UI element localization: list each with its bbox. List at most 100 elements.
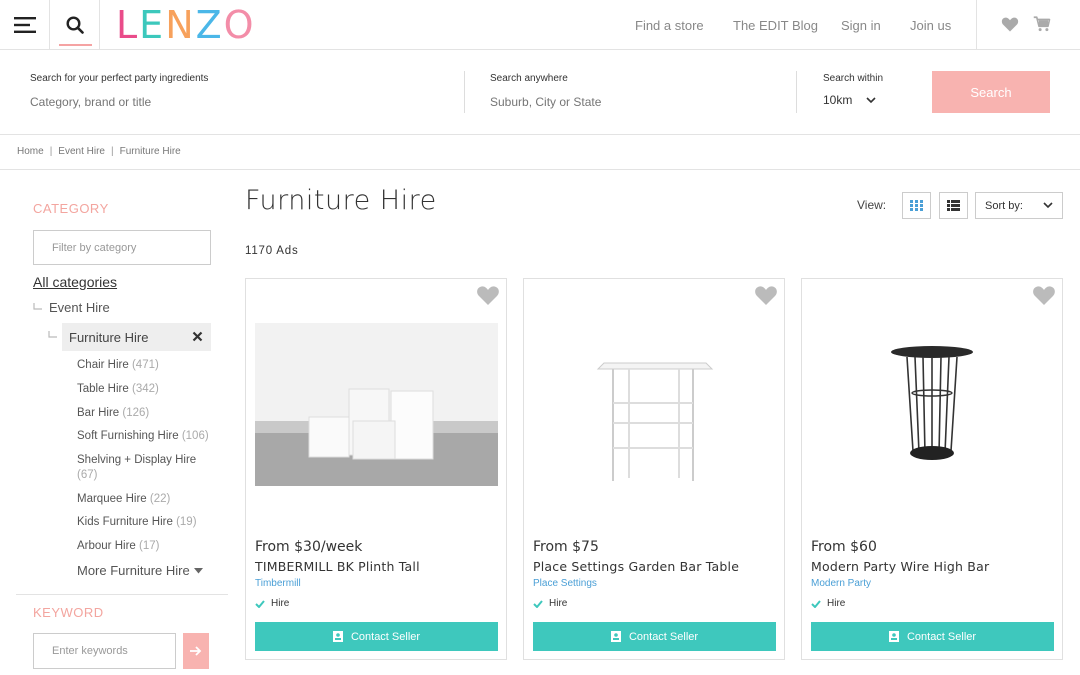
hire-tag: Hire bbox=[255, 598, 289, 609]
subcategory-item[interactable]: Soft Furnishing Hire (106) bbox=[77, 429, 212, 444]
sidebar-divider bbox=[16, 594, 228, 595]
subcategory-label: Kids Furniture Hire bbox=[77, 516, 173, 528]
all-categories-link[interactable]: All categories bbox=[33, 274, 117, 290]
logo-letter-o: O bbox=[223, 3, 256, 47]
list-view-button[interactable] bbox=[939, 192, 968, 219]
list-icon bbox=[947, 200, 960, 211]
heart-icon[interactable] bbox=[1032, 284, 1056, 306]
search-button[interactable]: Search bbox=[932, 71, 1050, 113]
hire-tag: Hire bbox=[811, 598, 845, 609]
check-icon bbox=[533, 599, 543, 608]
top-header: LENZO Find a store The EDIT Blog Sign in… bbox=[0, 0, 1080, 50]
logo-letter-e: E bbox=[139, 3, 166, 47]
close-icon[interactable] bbox=[192, 331, 203, 342]
breadcrumb-divider bbox=[0, 169, 1080, 170]
hire-label: Hire bbox=[827, 598, 846, 609]
product-image[interactable] bbox=[811, 323, 1054, 486]
subcategory-label: Shelving + Display Hire bbox=[77, 454, 197, 466]
seller-link[interactable]: Timbermill bbox=[255, 578, 301, 589]
contact-card-icon bbox=[610, 631, 621, 642]
parent-category-event-hire[interactable]: Event Hire bbox=[33, 300, 110, 315]
subcategory-count: (17) bbox=[139, 540, 160, 552]
subcategory-item[interactable]: Table Hire (342) bbox=[77, 382, 212, 397]
keyword-heading: KEYWORD bbox=[33, 605, 104, 620]
contact-seller-button[interactable]: Contact Seller bbox=[811, 622, 1054, 651]
subcategory-count: (67) bbox=[77, 469, 98, 481]
product-image[interactable] bbox=[255, 323, 498, 486]
subcategory-count: (471) bbox=[131, 359, 159, 371]
keyword-input[interactable]: Enter keywords bbox=[33, 633, 176, 669]
edit-blog-link[interactable]: The EDIT Blog bbox=[733, 18, 818, 33]
subcategory-count: (342) bbox=[131, 383, 159, 395]
ingredients-label: Search for your perfect party ingredient… bbox=[30, 73, 209, 84]
sign-in-link[interactable]: Sign in bbox=[841, 18, 881, 33]
contact-label: Contact Seller bbox=[906, 630, 977, 643]
location-label: Search anywhere bbox=[490, 73, 568, 84]
hire-tag: Hire bbox=[533, 598, 567, 609]
grid-icon bbox=[910, 200, 923, 211]
heart-icon[interactable] bbox=[1001, 15, 1019, 33]
keyword-submit-button[interactable] bbox=[183, 633, 209, 669]
ingredients-input[interactable] bbox=[30, 95, 430, 109]
contact-label: Contact Seller bbox=[628, 630, 699, 643]
product-card[interactable]: From $30/week TIMBERMILL BK Plinth Tall … bbox=[245, 278, 507, 660]
selected-category-chip: Furniture Hire bbox=[62, 323, 211, 351]
subcategory-item[interactable]: Shelving + Display Hire (67) bbox=[77, 453, 212, 483]
cart-icon[interactable] bbox=[1033, 15, 1051, 33]
subcategory-arrow-icon bbox=[48, 331, 57, 338]
hire-label: Hire bbox=[549, 598, 568, 609]
product-image[interactable] bbox=[533, 323, 776, 486]
subcategory-count: (106) bbox=[181, 430, 209, 442]
search-divider bbox=[796, 71, 797, 113]
breadcrumb-event-hire[interactable]: Event Hire bbox=[58, 146, 105, 157]
subcategory-item[interactable]: Bar Hire (126) bbox=[77, 406, 212, 421]
subcategory-count: (126) bbox=[122, 407, 150, 419]
seller-link[interactable]: Modern Party bbox=[811, 578, 871, 589]
logo-letter-l: L bbox=[116, 3, 140, 47]
chevron-down-icon bbox=[866, 96, 876, 103]
subcategory-item[interactable]: Arbour Hire (17) bbox=[77, 539, 212, 554]
contact-label: Contact Seller bbox=[350, 630, 421, 643]
contact-seller-button[interactable]: Contact Seller bbox=[533, 622, 776, 651]
product-card[interactable]: From $75 Place Settings Garden Bar Table… bbox=[523, 278, 785, 660]
subcategory-item[interactable]: Chair Hire (471) bbox=[77, 358, 212, 373]
product-title[interactable]: Place Settings Garden Bar Table bbox=[533, 559, 739, 574]
contact-seller-button[interactable]: Contact Seller bbox=[255, 622, 498, 651]
location-input[interactable] bbox=[490, 95, 770, 109]
header-search-button[interactable] bbox=[50, 0, 100, 50]
grid-view-button[interactable] bbox=[902, 192, 931, 219]
breadcrumb-furniture-hire: Furniture Hire bbox=[119, 146, 181, 157]
product-title[interactable]: Modern Party Wire High Bar bbox=[811, 559, 989, 574]
view-label: View: bbox=[857, 198, 887, 212]
distance-select[interactable]: 10km bbox=[823, 93, 876, 107]
subcategory-item[interactable]: Kids Furniture Hire (19) bbox=[77, 515, 212, 530]
site-logo[interactable]: LENZO bbox=[116, 3, 256, 47]
within-label: Search within bbox=[823, 73, 884, 84]
product-card[interactable]: From $60 Modern Party Wire High Bar Mode… bbox=[801, 278, 1063, 660]
heart-icon[interactable] bbox=[754, 284, 778, 306]
breadcrumb-home[interactable]: Home bbox=[17, 146, 44, 157]
menu-button[interactable] bbox=[0, 0, 50, 50]
selected-category-label: Furniture Hire bbox=[69, 329, 149, 345]
heart-icon[interactable] bbox=[476, 284, 500, 306]
subcategory-label: Soft Furnishing Hire bbox=[77, 430, 179, 442]
subcategory-label: Table Hire bbox=[77, 383, 129, 395]
subcategory-label: Marquee Hire bbox=[77, 493, 147, 505]
logo-letter-n: N bbox=[165, 3, 196, 47]
subcategory-item[interactable]: Marquee Hire (22) bbox=[77, 492, 212, 507]
header-divider bbox=[976, 0, 977, 50]
sort-dropdown[interactable]: Sort by: bbox=[975, 192, 1063, 219]
find-store-link[interactable]: Find a store bbox=[635, 18, 704, 33]
contact-card-icon bbox=[888, 631, 899, 642]
category-filter-input[interactable]: Filter by category bbox=[33, 230, 211, 265]
join-us-link[interactable]: Join us bbox=[910, 18, 951, 33]
chevron-down-icon bbox=[1043, 202, 1053, 209]
seller-link[interactable]: Place Settings bbox=[533, 578, 597, 589]
check-icon bbox=[811, 599, 821, 608]
more-furniture-hire-toggle[interactable]: More Furniture Hire bbox=[77, 563, 203, 578]
page-title: Furniture Hire bbox=[245, 185, 437, 216]
product-title[interactable]: TIMBERMILL BK Plinth Tall bbox=[255, 559, 420, 574]
search-divider bbox=[464, 71, 465, 113]
arrow-right-icon bbox=[190, 646, 202, 656]
product-price: From $60 bbox=[811, 539, 877, 555]
